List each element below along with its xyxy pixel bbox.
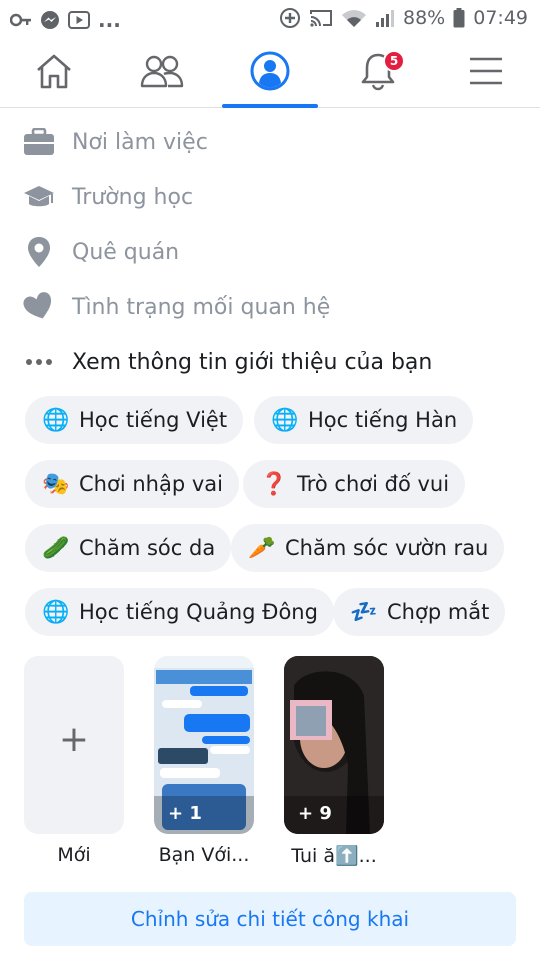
- location-pin-icon: [22, 235, 56, 269]
- plus-icon: +: [58, 719, 90, 760]
- about-workplace: Nơi làm việc: [72, 129, 208, 155]
- hobby-chip[interactable]: 🌐 Học tiếng Hàn: [254, 396, 474, 444]
- about-relationship: Tình trạng mối quan hệ: [72, 294, 331, 320]
- carrot-icon: 🥕: [248, 535, 276, 561]
- heart-icon: [22, 290, 56, 324]
- messenger-icon: [40, 10, 60, 30]
- home-icon: [34, 52, 74, 94]
- about-hometown: Quê quán: [72, 239, 180, 265]
- new-featured-button[interactable]: +: [24, 656, 124, 834]
- about-workplace-row[interactable]: Nơi làm việc: [22, 122, 208, 162]
- tab-notifications[interactable]: 5: [328, 38, 428, 108]
- hobby-chip[interactable]: 🌐 Học tiếng Quảng Đông: [25, 588, 334, 636]
- about-school: Trường học: [72, 184, 194, 210]
- story-count: + 9: [298, 803, 332, 824]
- globe-icon: 🌐: [271, 407, 299, 433]
- tab-menu[interactable]: [436, 38, 536, 108]
- hobby-chip[interactable]: 💤 Chợp mắt: [333, 588, 506, 636]
- new-featured-label: Mới: [57, 844, 91, 866]
- edit-public-details-button[interactable]: Chỉnh sửa chi tiết công khai: [24, 892, 516, 946]
- hobby-label: Chợp mắt: [387, 600, 490, 624]
- battery-percent: 88%: [403, 7, 446, 29]
- story-count: + 1: [168, 803, 202, 824]
- cucumber-icon: 🥒: [42, 535, 70, 561]
- hobby-label: Học tiếng Hàn: [308, 408, 458, 432]
- see-about-row[interactable]: Xem thông tin giới thiệu của bạn: [22, 342, 432, 382]
- featured-story-label: Tui ă⬆️...: [291, 845, 377, 867]
- status-more: ...: [98, 8, 121, 32]
- hobby-label: Học tiếng Việt: [79, 408, 228, 432]
- battery-icon: [453, 8, 465, 28]
- theater-masks-icon: 🎭: [42, 471, 70, 497]
- top-navigation: 5: [0, 38, 540, 108]
- clock: 07:49: [473, 7, 528, 29]
- hobby-label: Trò chơi đố vui: [297, 472, 450, 496]
- hobby-chip[interactable]: 🎭 Chơi nhập vai: [25, 460, 239, 508]
- hobby-label: Chơi nhập vai: [79, 472, 223, 496]
- hobby-label: Chăm sóc da: [79, 536, 216, 560]
- key-icon: [10, 12, 32, 28]
- more-dots-icon: [22, 345, 56, 379]
- tab-home[interactable]: [4, 38, 104, 108]
- cast-icon: [309, 8, 333, 28]
- profile-icon: [250, 51, 290, 95]
- hobby-chip[interactable]: 🥒 Chăm sóc da: [25, 524, 232, 572]
- question-mark-icon: ❓: [260, 471, 288, 497]
- hobby-label: Học tiếng Quảng Đông: [79, 600, 318, 624]
- briefcase-icon: [22, 125, 56, 159]
- status-bar: ... 88% 07:49: [0, 0, 540, 38]
- notification-badge: 5: [383, 50, 405, 72]
- graduation-cap-icon: [22, 180, 56, 214]
- about-relationship-row[interactable]: Tình trạng mối quan hệ: [22, 287, 330, 327]
- globe-icon: 🌐: [42, 599, 70, 625]
- friends-icon: [140, 53, 184, 93]
- tab-profile[interactable]: [220, 38, 320, 108]
- youtube-icon: [68, 10, 90, 30]
- about-school-row[interactable]: Trường học: [22, 177, 193, 217]
- signal-icon: [375, 8, 395, 28]
- status-bar-left: ...: [10, 8, 121, 32]
- see-about-info: Xem thông tin giới thiệu của bạn: [72, 349, 433, 375]
- data-saver-icon: [279, 7, 301, 29]
- wifi-icon: [341, 8, 367, 28]
- status-bar-right: 88% 07:49: [279, 7, 528, 29]
- featured-story-thumbnail[interactable]: + 9: [284, 656, 384, 834]
- hobby-chip[interactable]: 🥕 Chăm sóc vườn rau: [231, 524, 505, 572]
- tab-friends[interactable]: [112, 38, 212, 108]
- hobby-label: Chăm sóc vườn rau: [285, 536, 489, 560]
- menu-icon: [469, 56, 503, 90]
- featured-story-thumbnail[interactable]: + 1: [154, 656, 254, 834]
- hobby-chip[interactable]: ❓ Trò chơi đố vui: [243, 460, 466, 508]
- featured-story-label: Bạn Với...: [158, 844, 250, 866]
- about-hometown-row[interactable]: Quê quán: [22, 232, 179, 272]
- globe-icon: 🌐: [42, 407, 70, 433]
- sleeping-zzz-icon: 💤: [350, 599, 378, 625]
- hobby-chip[interactable]: 🌐 Học tiếng Việt: [25, 396, 244, 444]
